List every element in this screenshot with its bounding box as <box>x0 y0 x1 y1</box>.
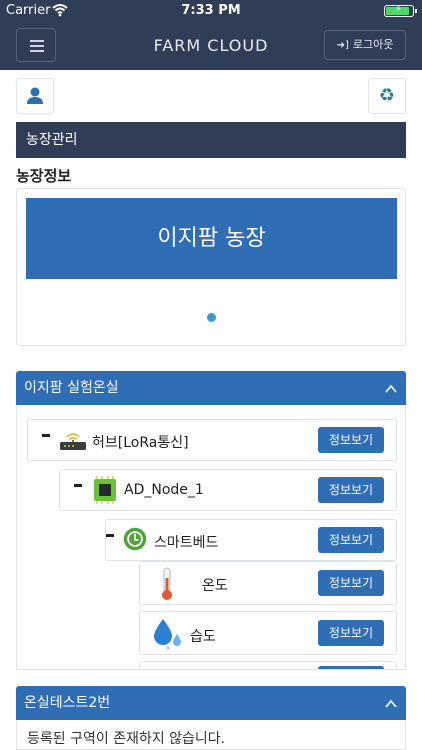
greenhouse-title: 온실테스트2번 <box>24 695 111 711</box>
view-info-button[interactable]: 정보보기 <box>318 620 384 646</box>
recycle-button[interactable]: ♻ <box>368 78 406 114</box>
farm-carousel[interactable]: 이지팜 농장 <box>16 188 406 346</box>
empty-zone-message: 등록된 구역이 존재하지 않습니다. <box>27 731 226 747</box>
sign-out-icon: ➜] <box>336 40 349 51</box>
charging-icon: ⚡ <box>395 4 403 15</box>
farm-info-title: 농장정보 <box>16 167 72 185</box>
status-bar: Carrier 7:33 PM ⚡ <box>0 0 422 22</box>
tree-node-humidity: 습도 정보보기 <box>139 611 397 655</box>
node-label: 스마트베드 <box>154 535 219 551</box>
logout-label: 로그아웃 <box>352 38 394 51</box>
view-info-button[interactable] <box>318 666 384 669</box>
router-icon <box>60 433 86 450</box>
user-button[interactable] <box>16 78 54 114</box>
tree-node-ad-node: AD_Node_1 정보보기 <box>59 469 397 511</box>
chip-icon <box>94 476 116 504</box>
tree-node-smart-bed: 스마트베드 정보보기 <box>105 519 397 561</box>
greenhouse-panel-body: 허브[LoRa통신] 정보보기 AD_Node_1 정보보기 스마트베드 정보보… <box>16 405 406 670</box>
tree-node-partial <box>139 661 397 669</box>
battery-icon: ⚡ <box>384 4 417 17</box>
collapse-toggle[interactable] <box>106 534 114 537</box>
water-drop-icon <box>154 619 181 650</box>
view-info-button[interactable]: 정보보기 <box>318 427 384 453</box>
user-icon <box>27 87 43 104</box>
greenhouse-title: 이지팜 실험온실 <box>24 380 119 396</box>
node-label: AD_Node_1 <box>124 482 204 498</box>
view-info-button[interactable]: 정보보기 <box>318 527 384 553</box>
tree-node-temperature: 온도 정보보기 <box>139 561 397 605</box>
greenhouse-panel-header[interactable]: 이지팜 실험온실 <box>16 371 406 405</box>
thermometer-icon <box>162 567 172 600</box>
node-label: 허브[LoRa통신] <box>92 435 189 451</box>
node-label: 습도 <box>190 629 216 645</box>
navbar: FARM CLOUD ➜] 로그아웃 <box>0 22 422 70</box>
collapse-toggle[interactable] <box>42 434 50 437</box>
smart-bed-icon <box>123 527 147 551</box>
recycle-icon: ♻ <box>378 85 396 106</box>
view-info-button[interactable]: 정보보기 <box>318 570 384 596</box>
logout-button[interactable]: ➜] 로그아웃 <box>324 30 406 60</box>
clock: 7:33 PM <box>181 3 241 18</box>
carousel-indicator[interactable] <box>207 313 216 322</box>
collapse-toggle[interactable] <box>74 484 82 487</box>
greenhouse-panel-body: 등록된 구역이 존재하지 않습니다. <box>16 720 406 750</box>
section-header: 농장관리 <box>16 122 406 158</box>
carousel-slide[interactable]: 이지팜 농장 <box>26 198 397 279</box>
view-info-button[interactable]: 정보보기 <box>318 477 384 503</box>
node-label: 온도 <box>202 578 228 594</box>
greenhouse-panel-header[interactable]: 온실테스트2번 <box>16 686 406 720</box>
tree-node-hub: 허브[LoRa통신] 정보보기 <box>27 419 397 461</box>
